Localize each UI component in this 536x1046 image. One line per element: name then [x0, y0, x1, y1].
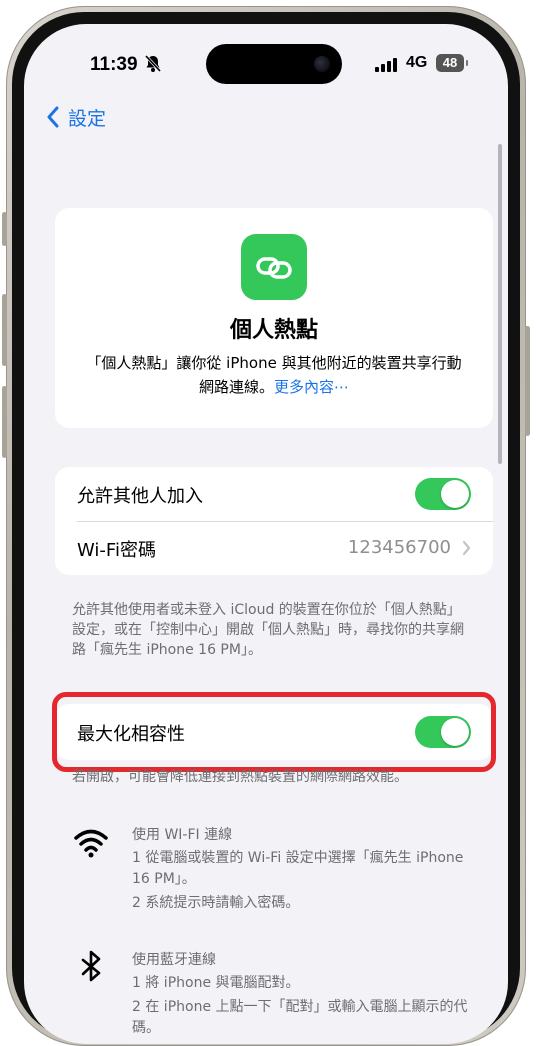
allow-others-footnote: 允許其他使用者或未登入 iCloud 的裝置在你位於「個人熱點」設定，或在「控制… — [72, 602, 464, 658]
more-info-link[interactable]: 更多內容⋯ — [274, 378, 349, 396]
dynamic-island — [206, 44, 342, 84]
bluetooth-instructions: 使用藍牙連線 1 將 iPhone 與電腦配對。 2 在 iPhone 上點一下… — [72, 949, 472, 1039]
bell-slash-icon — [144, 54, 162, 73]
bluetooth-instructions-title: 使用藍牙連線 — [132, 952, 216, 968]
screen: 11:39 4G 48 設定 個人熱點 「個人熱點」讓你從 iPhone 與其他… — [24, 24, 508, 1044]
battery-icon: 48 — [436, 54, 468, 72]
hotspot-settings-group: 允許其他人加入 Wi-Fi密碼 123456700 — [55, 467, 493, 575]
volume-down-button — [2, 386, 7, 458]
maximize-compatibility-footnote: 若開啟，可能會降低連接到熱點裝置的網際網路效能。 — [72, 769, 408, 785]
wifi-instructions: 使用 WI-FI 連線 1 從電腦或裝置的 Wi-Fi 設定中選擇「瘋先生 iP… — [72, 824, 472, 914]
volume-up-button — [2, 294, 7, 366]
chevron-left-icon — [47, 106, 59, 128]
front-camera — [314, 56, 330, 72]
status-time: 11:39 — [90, 54, 138, 75]
cellular-signal-icon — [375, 58, 397, 72]
allow-others-toggle[interactable] — [415, 478, 471, 510]
wifi-icon — [74, 829, 108, 858]
back-button[interactable]: 設定 — [46, 102, 106, 132]
back-label: 設定 — [68, 107, 107, 130]
wifi-password-row[interactable]: Wi-Fi密碼 123456700 — [55, 521, 493, 575]
toggle-knob — [441, 480, 469, 508]
chevron-right-icon — [462, 540, 471, 556]
power-button — [525, 326, 530, 436]
highlight-box — [52, 692, 496, 772]
scrollbar[interactable] — [498, 144, 502, 464]
bluetooth-step-1: 1 將 iPhone 與電腦配對。 — [132, 975, 300, 991]
wifi-step-1: 1 從電腦或裝置的 Wi-Fi 設定中選擇「瘋先生 iPhone 16 PM」。 — [132, 850, 464, 887]
allow-others-label: 允許其他人加入 — [77, 486, 203, 507]
wifi-password-label: Wi-Fi密碼 — [77, 540, 156, 561]
wifi-password-value: 123456700 — [347, 537, 451, 558]
wifi-step-2: 2 系統提示時請輸入密碼。 — [132, 895, 300, 911]
hotspot-description: 「個人熱點」讓你從 iPhone 與其他附近的裝置共享行動網路連線。更多內容⋯ — [79, 351, 469, 399]
hotspot-info-card: 個人熱點 「個人熱點」讓你從 iPhone 與其他附近的裝置共享行動網路連線。更… — [55, 208, 493, 428]
wifi-instructions-title: 使用 WI-FI 連線 — [132, 827, 233, 843]
network-type: 4G — [406, 54, 428, 71]
page-title: 個人熱點 — [229, 318, 318, 343]
bluetooth-step-2: 2 在 iPhone 上點一下「配對」或輸入電腦上顯示的代碼。 — [132, 999, 468, 1036]
hotspot-link-icon — [241, 234, 307, 300]
allow-others-row: 允許其他人加入 — [55, 467, 493, 522]
action-button — [2, 212, 7, 246]
battery-level: 48 — [442, 55, 458, 70]
status-bar: 11:39 4G 48 — [24, 24, 508, 104]
bluetooth-icon — [81, 950, 101, 982]
